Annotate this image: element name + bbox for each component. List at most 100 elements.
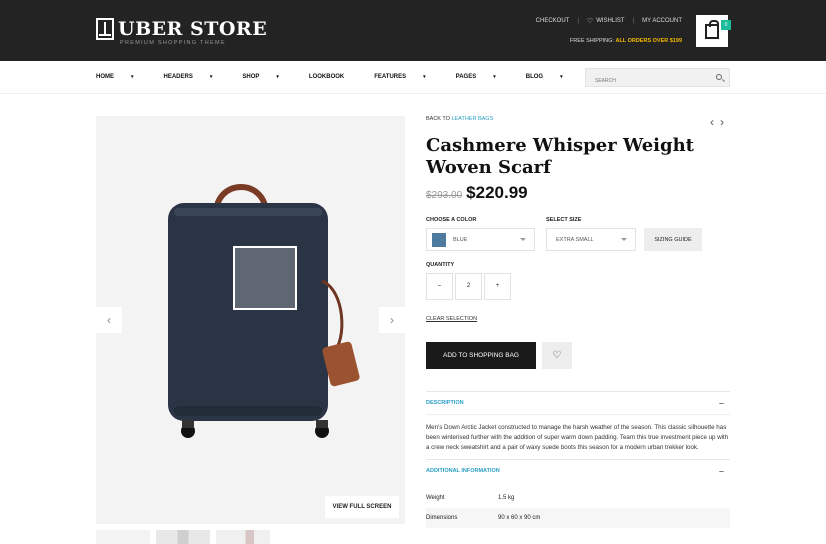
- chevron-down-icon: ▾: [423, 74, 426, 80]
- account-links: CHECKOUT | ♡ WISHLIST | MY ACCOUNT: [536, 17, 682, 25]
- next-image-button[interactable]: ›: [379, 307, 405, 333]
- breadcrumb-category-link[interactable]: LEATHER BAGS: [451, 116, 493, 122]
- shipping-label: FREE SHIPPING:: [569, 38, 614, 44]
- decrease-quantity-button[interactable]: –: [426, 273, 453, 300]
- breadcrumb-prefix: BACK TO: [426, 116, 450, 122]
- additional-info-title: ADDITIONAL INFORMATION: [426, 468, 500, 474]
- quantity-input[interactable]: 2: [455, 273, 482, 300]
- add-to-bag-button[interactable]: ADD TO SHOPPING BAG: [426, 342, 536, 369]
- product-pager: ‹›: [710, 115, 730, 129]
- description-accordion: DESCRIPTION – Men's Down Arctic Jacket c…: [426, 391, 730, 459]
- divider: |: [632, 18, 635, 24]
- spec-key: Dimensions: [426, 515, 458, 521]
- old-price: $293.00: [426, 190, 463, 201]
- wishlist-link[interactable]: ♡ WISHLIST: [587, 17, 625, 25]
- top-header: UBER STORE PREMIUM SHOPPING THEME CHECKO…: [0, 0, 826, 61]
- shopping-bag-icon: [705, 20, 719, 39]
- wishlist-button[interactable]: ♡: [542, 342, 572, 369]
- increase-quantity-button[interactable]: +: [484, 273, 511, 300]
- nav-item-label: HOME: [96, 74, 114, 80]
- collapse-icon: –: [718, 398, 724, 408]
- quantity-stepper: – 2 +: [426, 273, 730, 300]
- thumbnail-strip: [96, 530, 276, 544]
- spec-row: Weight 1.5 kg: [426, 488, 730, 508]
- search-input[interactable]: [586, 72, 706, 90]
- zoom-lens[interactable]: [233, 246, 297, 310]
- size-value: EXTRA SMALL: [556, 236, 594, 243]
- my-account-link[interactable]: MY ACCOUNT: [642, 18, 682, 24]
- brand-name: UBER STORE: [118, 18, 268, 40]
- checkout-link[interactable]: CHECKOUT: [536, 18, 570, 24]
- shipping-offer: ALL ORDERS OVER $199: [615, 38, 682, 44]
- product-detail: BACK TO LEATHER BAGS ‹› Cashmere Whisper…: [426, 115, 730, 528]
- heart-icon: ♡: [552, 350, 562, 361]
- cart-count-badge: 0: [721, 20, 731, 30]
- next-product-icon[interactable]: ›: [720, 115, 730, 129]
- chevron-down-icon: [621, 238, 627, 241]
- brand-tagline: PREMIUM SHOPPING THEME: [120, 40, 226, 46]
- nav-item-label: FEATURES: [374, 74, 407, 80]
- nav-item-blog[interactable]: BLOG ▾: [526, 74, 578, 80]
- store-logo[interactable]: UBER STORE PREMIUM SHOPPING THEME: [96, 18, 268, 46]
- search-box[interactable]: [585, 68, 730, 90]
- shipping-notice: FREE SHIPPING: ALL ORDERS OVER $199: [570, 38, 682, 44]
- additional-info-accordion: ADDITIONAL INFORMATION – Weight 1.5 kg D…: [426, 459, 730, 528]
- heart-icon: ♡: [586, 18, 594, 25]
- spec-value: 90 x 60 x 90 cm: [498, 515, 541, 521]
- cart-actions: ADD TO SHOPPING BAG ♡: [426, 342, 730, 369]
- option-labels: CHOOSE A COLOR SELECT SIZE: [426, 217, 730, 223]
- product-gallery[interactable]: ‹ › VIEW FULL SCREEN: [96, 116, 405, 524]
- wishlist-label: WISHLIST: [596, 18, 625, 24]
- previous-product-icon[interactable]: ‹: [710, 115, 720, 129]
- nav-item-label: LOOKBOOK: [308, 74, 345, 80]
- chevron-down-icon: ▾: [209, 74, 213, 80]
- breadcrumb: BACK TO LEATHER BAGS: [426, 116, 730, 122]
- description-text: Men's Down Arctic Jacket constructed to …: [426, 414, 730, 459]
- nav-item-label: PAGES: [455, 74, 477, 80]
- thumbnail[interactable]: [156, 530, 210, 544]
- color-label: CHOOSE A COLOR: [426, 217, 477, 223]
- view-full-screen-button[interactable]: VIEW FULL SCREEN: [325, 496, 399, 518]
- divider: |: [577, 18, 579, 24]
- search-icon[interactable]: [716, 74, 722, 80]
- spec-value: 1.5 kg: [498, 495, 515, 501]
- nav-item-shop[interactable]: SHOP ▾: [242, 74, 294, 80]
- quantity-label: QUANTITY: [426, 262, 455, 268]
- spec-row: Dimensions 90 x 60 x 90 cm: [426, 508, 730, 528]
- nav-item-headers[interactable]: HEADERS ▾: [164, 74, 228, 80]
- spec-key: Weight: [426, 495, 445, 501]
- clear-selection-link[interactable]: CLEAR SELECTION: [426, 316, 730, 322]
- nav-item-label: HEADERS: [163, 74, 193, 80]
- suitcase-image: [168, 184, 360, 438]
- thumbnail[interactable]: [96, 530, 150, 544]
- previous-image-button[interactable]: ‹: [96, 307, 122, 333]
- nav-item-pages[interactable]: PAGES ▾: [456, 74, 511, 80]
- chevron-down-icon: ▾: [276, 74, 279, 80]
- size-select[interactable]: EXTRA SMALL: [546, 228, 636, 251]
- nav-item-lookbook[interactable]: LOOKBOOK: [309, 74, 359, 80]
- description-title: DESCRIPTION: [426, 400, 464, 406]
- nav-item-label: BLOG: [525, 74, 544, 80]
- chevron-down-icon: ▾: [493, 74, 496, 80]
- option-selects: BLUE EXTRA SMALL SIZING GUIDE: [426, 228, 730, 251]
- price-block: $293.00 $220.99: [426, 183, 730, 203]
- description-header[interactable]: DESCRIPTION –: [426, 392, 730, 414]
- size-label: SELECT SIZE: [546, 217, 582, 223]
- thumbnail[interactable]: [216, 530, 270, 544]
- anchor-icon: [96, 18, 114, 40]
- current-price: $220.99: [466, 183, 528, 202]
- nav-item-features[interactable]: FEATURES ▾: [374, 74, 440, 80]
- chevron-down-icon: ▾: [560, 74, 563, 80]
- nav-item-home[interactable]: HOME ▾: [96, 74, 149, 80]
- collapse-icon: –: [718, 466, 724, 476]
- color-swatch: [432, 232, 446, 247]
- nav-item-label: SHOP: [242, 74, 260, 80]
- sizing-guide-button[interactable]: SIZING GUIDE: [644, 228, 702, 251]
- chevron-down-icon: ▾: [131, 74, 134, 80]
- color-value: BLUE: [453, 236, 468, 243]
- cart-button[interactable]: 0: [696, 15, 731, 47]
- additional-info-header[interactable]: ADDITIONAL INFORMATION –: [426, 460, 730, 482]
- product-title: Cashmere Whisper Weight Woven Scarf: [426, 135, 694, 178]
- color-select[interactable]: BLUE: [426, 228, 535, 251]
- chevron-down-icon: [520, 238, 526, 241]
